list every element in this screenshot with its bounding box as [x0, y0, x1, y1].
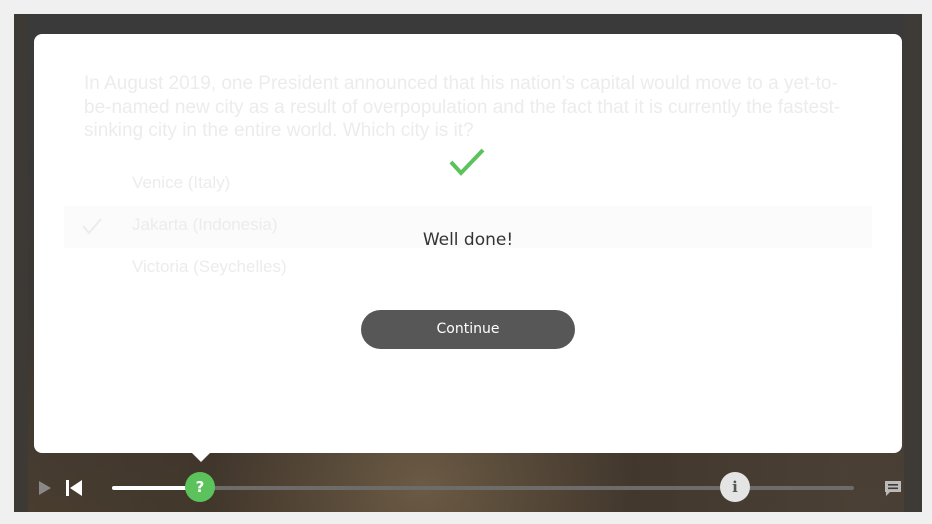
info-marker[interactable]: i [720, 472, 750, 502]
checkmark-icon [449, 148, 485, 176]
continue-button[interactable]: Continue [361, 310, 575, 349]
question-text: In August 2019, one President announced … [84, 73, 841, 141]
question-marker[interactable]: ? [185, 472, 215, 502]
play-icon[interactable] [38, 480, 52, 496]
restart-icon[interactable] [65, 479, 83, 497]
answer-option: Victoria (Seychelles) [132, 257, 287, 276]
feedback-dialog: In August 2019, one President announced … [34, 34, 902, 453]
player-controls: ? i [14, 466, 922, 512]
feedback-message: Well done! [422, 230, 514, 250]
video-player: In August 2019, one President announced … [14, 14, 922, 512]
right-border [904, 14, 922, 512]
chat-icon[interactable] [884, 480, 902, 497]
dialog-pointer [190, 451, 212, 462]
left-border [14, 14, 28, 512]
answer-option: Venice (Italy) [132, 173, 231, 192]
